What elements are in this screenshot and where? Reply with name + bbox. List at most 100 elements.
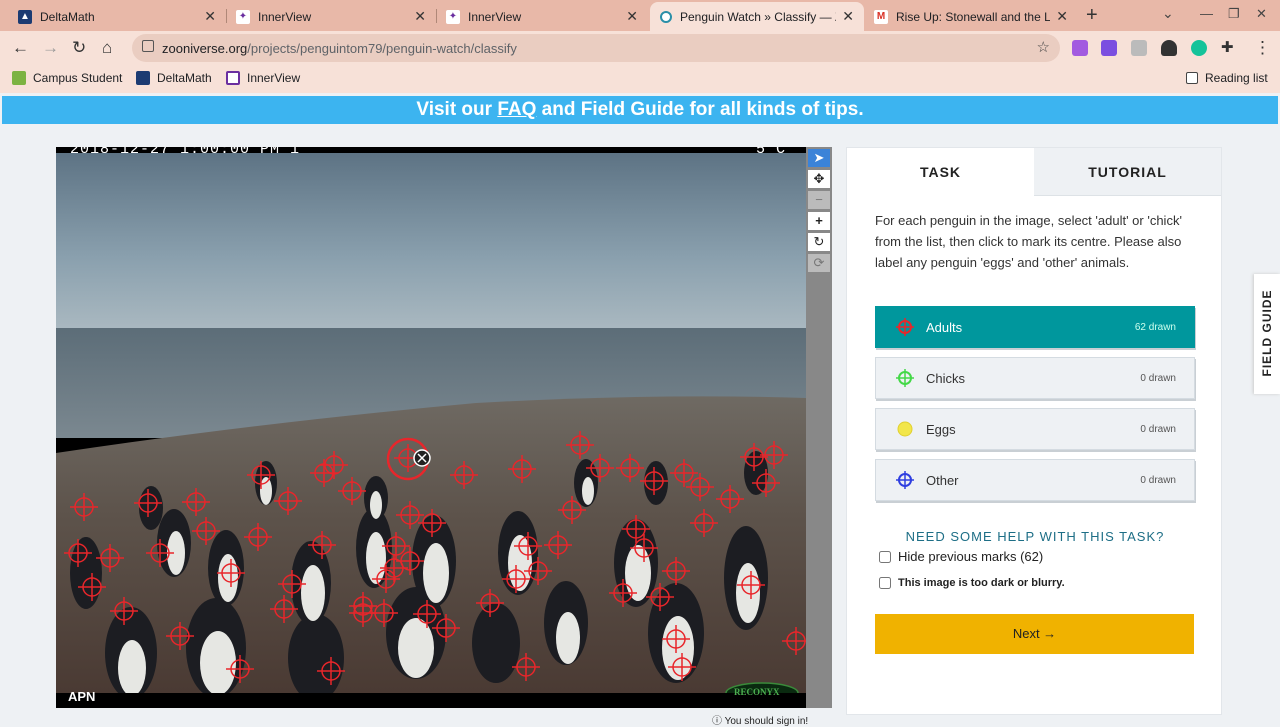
- timestamp-text: 2018-12-27 1:00:00 PM 1: [70, 147, 301, 158]
- home-icon[interactable]: ⌂: [102, 38, 112, 58]
- site-info-icon[interactable]: [142, 40, 154, 52]
- tab-title: Penguin Watch » Classify — Zo: [680, 9, 837, 24]
- extensions-puzzle-icon[interactable]: ✚: [1221, 38, 1234, 56]
- new-tab-icon[interactable]: +: [1086, 4, 1098, 27]
- address-bar[interactable]: zooniverse.org/projects/penguintom79/pen…: [132, 34, 1060, 62]
- choice-count: 62 drawn: [1134, 321, 1176, 333]
- next-button[interactable]: Next →: [875, 614, 1194, 654]
- innerview-icon: ✦: [236, 9, 250, 24]
- tab-innerview[interactable]: ✦ InnerView ✕: [226, 2, 436, 31]
- tab-tutorial[interactable]: TUTORIAL: [1034, 148, 1221, 196]
- choice-count: 0 drawn: [1140, 474, 1176, 486]
- field-guide-tab[interactable]: FIELD GUIDE: [1254, 274, 1280, 394]
- deltamath-icon: ▲: [18, 9, 32, 24]
- banner-text: and Field Guide for all kinds of tips.: [536, 99, 864, 120]
- bookmark-label: InnerView: [247, 71, 301, 85]
- menu-icon[interactable]: ⋮: [1254, 38, 1271, 58]
- reading-list[interactable]: Reading list: [1186, 71, 1268, 85]
- tab-title: InnerView: [468, 9, 522, 24]
- back-icon[interactable]: ←: [12, 38, 29, 58]
- bookmarks-bar: Campus Student DeltaMath InnerView Readi…: [0, 65, 1280, 93]
- extension-grey-icon[interactable]: [1131, 40, 1147, 56]
- tab-rise-up[interactable]: M Rise Up: Stonewall and the LGB ✕: [864, 2, 1078, 31]
- zoom-in-icon[interactable]: +: [808, 212, 830, 230]
- close-icon[interactable]: ✕: [204, 8, 216, 25]
- tab-penguin-watch[interactable]: Penguin Watch » Classify — Zo ✕: [650, 2, 864, 31]
- choice-count: 0 drawn: [1140, 423, 1176, 435]
- url-host: zooniverse.org: [162, 40, 248, 56]
- help-link[interactable]: NEED SOME HELP WITH THIS TASK?: [875, 529, 1195, 544]
- bookmark-label: DeltaMath: [157, 71, 212, 85]
- tab-task[interactable]: TASK: [847, 148, 1034, 196]
- bookmark-deltamath[interactable]: DeltaMath: [136, 71, 212, 85]
- crosshair-icon: [894, 316, 916, 338]
- campus-student-icon: [12, 71, 26, 85]
- choice-label: Eggs: [926, 421, 956, 437]
- reset-icon[interactable]: ⟳: [808, 254, 830, 272]
- tab-innerview-2[interactable]: ✦ InnerView ✕: [436, 2, 648, 31]
- reconyx-brand-text: RECONYX: [734, 687, 780, 697]
- close-icon[interactable]: ✕: [1056, 8, 1068, 25]
- tab-title: Rise Up: Stonewall and the LGB: [896, 9, 1051, 24]
- tab-deltamath[interactable]: ▲ DeltaMath ✕: [8, 2, 226, 31]
- close-icon[interactable]: ✕: [414, 8, 426, 25]
- zooniverse-icon: [660, 10, 672, 23]
- pointer-icon[interactable]: ➤: [808, 149, 830, 167]
- forward-icon[interactable]: →: [42, 38, 59, 58]
- move-icon[interactable]: ✥: [808, 170, 830, 188]
- choice-eggs[interactable]: Eggs 0 drawn: [875, 408, 1195, 450]
- crosshair-icon: [894, 469, 916, 491]
- extension-owl-icon[interactable]: [1161, 40, 1177, 56]
- browser-toolbar: ← → ↻ ⌂ zooniverse.org/projects/penguint…: [0, 31, 1280, 65]
- choice-count: 0 drawn: [1140, 372, 1176, 384]
- tips-banner: Visit our FAQ and Field Guide for all ki…: [2, 96, 1278, 124]
- signin-text: You should sign in!: [724, 716, 809, 727]
- bookmark-label: Campus Student: [33, 71, 123, 85]
- choice-adults[interactable]: Adults 62 drawn: [875, 306, 1195, 348]
- hide-marks-option[interactable]: Hide previous marks (62): [879, 549, 1043, 564]
- close-window-icon[interactable]: ✕: [1256, 6, 1267, 22]
- close-icon[interactable]: ✕: [842, 8, 854, 25]
- subject-viewer[interactable]: 2018-12-27 1:00:00 PM 1 5°C APN RECONYX: [56, 147, 806, 708]
- star-icon[interactable]: ☆: [1037, 38, 1050, 56]
- bookmark-campus-student[interactable]: Campus Student: [12, 71, 122, 85]
- reload-icon[interactable]: ↻: [72, 38, 86, 58]
- tab-search-icon[interactable]: ⌄: [1162, 5, 1174, 22]
- penguin-colony-photo[interactable]: [56, 153, 806, 693]
- rotate-icon[interactable]: ↻: [808, 233, 830, 251]
- close-icon[interactable]: ✕: [626, 8, 638, 25]
- temperature-overlay: 5°C: [756, 147, 786, 158]
- extension-purple-icon[interactable]: [1101, 40, 1117, 56]
- panel-tabs: TASK TUTORIAL: [847, 148, 1221, 196]
- bookmark-innerview[interactable]: InnerView: [226, 71, 300, 85]
- restore-icon[interactable]: ❐: [1228, 6, 1240, 22]
- gmail-icon: M: [874, 9, 888, 24]
- deltamath-icon: [136, 71, 150, 85]
- too-dark-checkbox[interactable]: [879, 577, 891, 589]
- extension-tw-icon[interactable]: [1072, 40, 1088, 56]
- url-path: /projects/penguintom79/penguin-watch/cla…: [247, 40, 517, 56]
- hide-marks-label: Hide previous marks (62): [898, 549, 1044, 564]
- banner-text: Visit our: [416, 99, 498, 120]
- camera-label: APN: [68, 689, 96, 704]
- choice-label: Other: [926, 472, 959, 488]
- choice-chicks[interactable]: Chicks 0 drawn: [875, 357, 1195, 399]
- choice-label: Adults: [926, 319, 963, 335]
- timestamp-overlay: 2018-12-27 1:00:00 PM 1: [70, 147, 300, 158]
- choice-label: Chicks: [926, 370, 966, 386]
- too-dark-option[interactable]: This image is too dark or blurry.: [879, 577, 1065, 589]
- faq-link[interactable]: FAQ: [497, 99, 536, 120]
- zoom-out-icon[interactable]: −: [808, 191, 830, 209]
- task-instructions: For each penguin in the image, select 'a…: [875, 213, 1182, 270]
- choice-other[interactable]: Other 0 drawn: [875, 459, 1195, 501]
- minimize-icon[interactable]: —: [1200, 6, 1213, 21]
- tab-strip: ▲ DeltaMath ✕ ✦ InnerView ✕ ✦ InnerView …: [0, 0, 1280, 31]
- crosshair-icon: [894, 367, 916, 389]
- grammarly-icon[interactable]: [1191, 40, 1207, 56]
- reading-list-icon: [1186, 72, 1198, 84]
- hide-marks-checkbox[interactable]: [879, 550, 891, 563]
- innerview-icon: ✦: [446, 9, 460, 24]
- innerview-icon: [226, 71, 240, 85]
- task-panel: TASK TUTORIAL For each penguin in the im…: [846, 147, 1222, 715]
- tab-title: DeltaMath: [40, 9, 95, 24]
